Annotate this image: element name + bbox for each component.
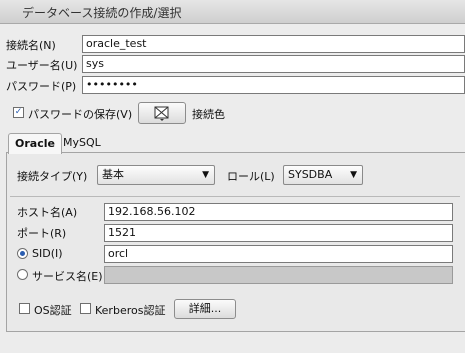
sid-label: SID(I) bbox=[32, 247, 63, 260]
connection-type-label: 接続タイプ(Y) bbox=[17, 170, 88, 183]
service-name-label: サービス名(E) bbox=[32, 270, 103, 283]
tab-oracle[interactable]: Oracle bbox=[8, 133, 62, 154]
connection-name-label: 接続名(N) bbox=[6, 39, 56, 52]
user-name-input[interactable]: sys bbox=[82, 55, 465, 73]
service-name-radio[interactable] bbox=[17, 269, 28, 280]
connection-name-input[interactable]: oracle_test bbox=[82, 35, 465, 53]
sid-input[interactable]: orcl bbox=[104, 245, 453, 263]
tab-mysql[interactable]: MySQL bbox=[57, 133, 107, 153]
connection-color-button[interactable] bbox=[138, 102, 186, 124]
connection-type-select[interactable]: 基本 ▼ bbox=[97, 165, 215, 185]
details-button[interactable]: 詳細... bbox=[174, 299, 236, 319]
service-name-input[interactable] bbox=[104, 266, 453, 284]
port-label: ポート(R) bbox=[17, 227, 67, 240]
role-value: SYSDBA bbox=[288, 168, 333, 181]
os-auth-label: OS認証 bbox=[34, 304, 72, 317]
host-input[interactable]: 192.168.56.102 bbox=[104, 203, 453, 221]
port-input[interactable]: 1521 bbox=[104, 224, 453, 242]
password-label: パスワード(P) bbox=[6, 80, 77, 93]
chevron-down-icon: ▼ bbox=[202, 170, 209, 180]
connection-type-value: 基本 bbox=[102, 168, 124, 181]
window-title: データベース接続の作成/選択 bbox=[22, 6, 182, 20]
os-auth-checkbox[interactable] bbox=[19, 303, 30, 314]
host-label: ホスト名(A) bbox=[17, 206, 78, 219]
divider bbox=[10, 196, 460, 197]
connection-color-label: 接続色 bbox=[192, 108, 225, 121]
kerberos-auth-checkbox[interactable] bbox=[80, 303, 91, 314]
color-swatch-icon bbox=[154, 106, 169, 121]
sid-radio[interactable] bbox=[17, 248, 28, 259]
user-name-label: ユーザー名(U) bbox=[6, 59, 78, 72]
role-select[interactable]: SYSDBA ▼ bbox=[283, 165, 363, 185]
password-input[interactable]: •••••••• bbox=[82, 76, 465, 94]
role-label: ロール(L) bbox=[227, 170, 275, 183]
chevron-down-icon: ▼ bbox=[350, 170, 357, 180]
save-password-checkbox[interactable]: ✓ bbox=[13, 107, 24, 118]
kerberos-auth-label: Kerberos認証 bbox=[95, 304, 166, 317]
save-password-label: パスワードの保存(V) bbox=[28, 108, 133, 121]
